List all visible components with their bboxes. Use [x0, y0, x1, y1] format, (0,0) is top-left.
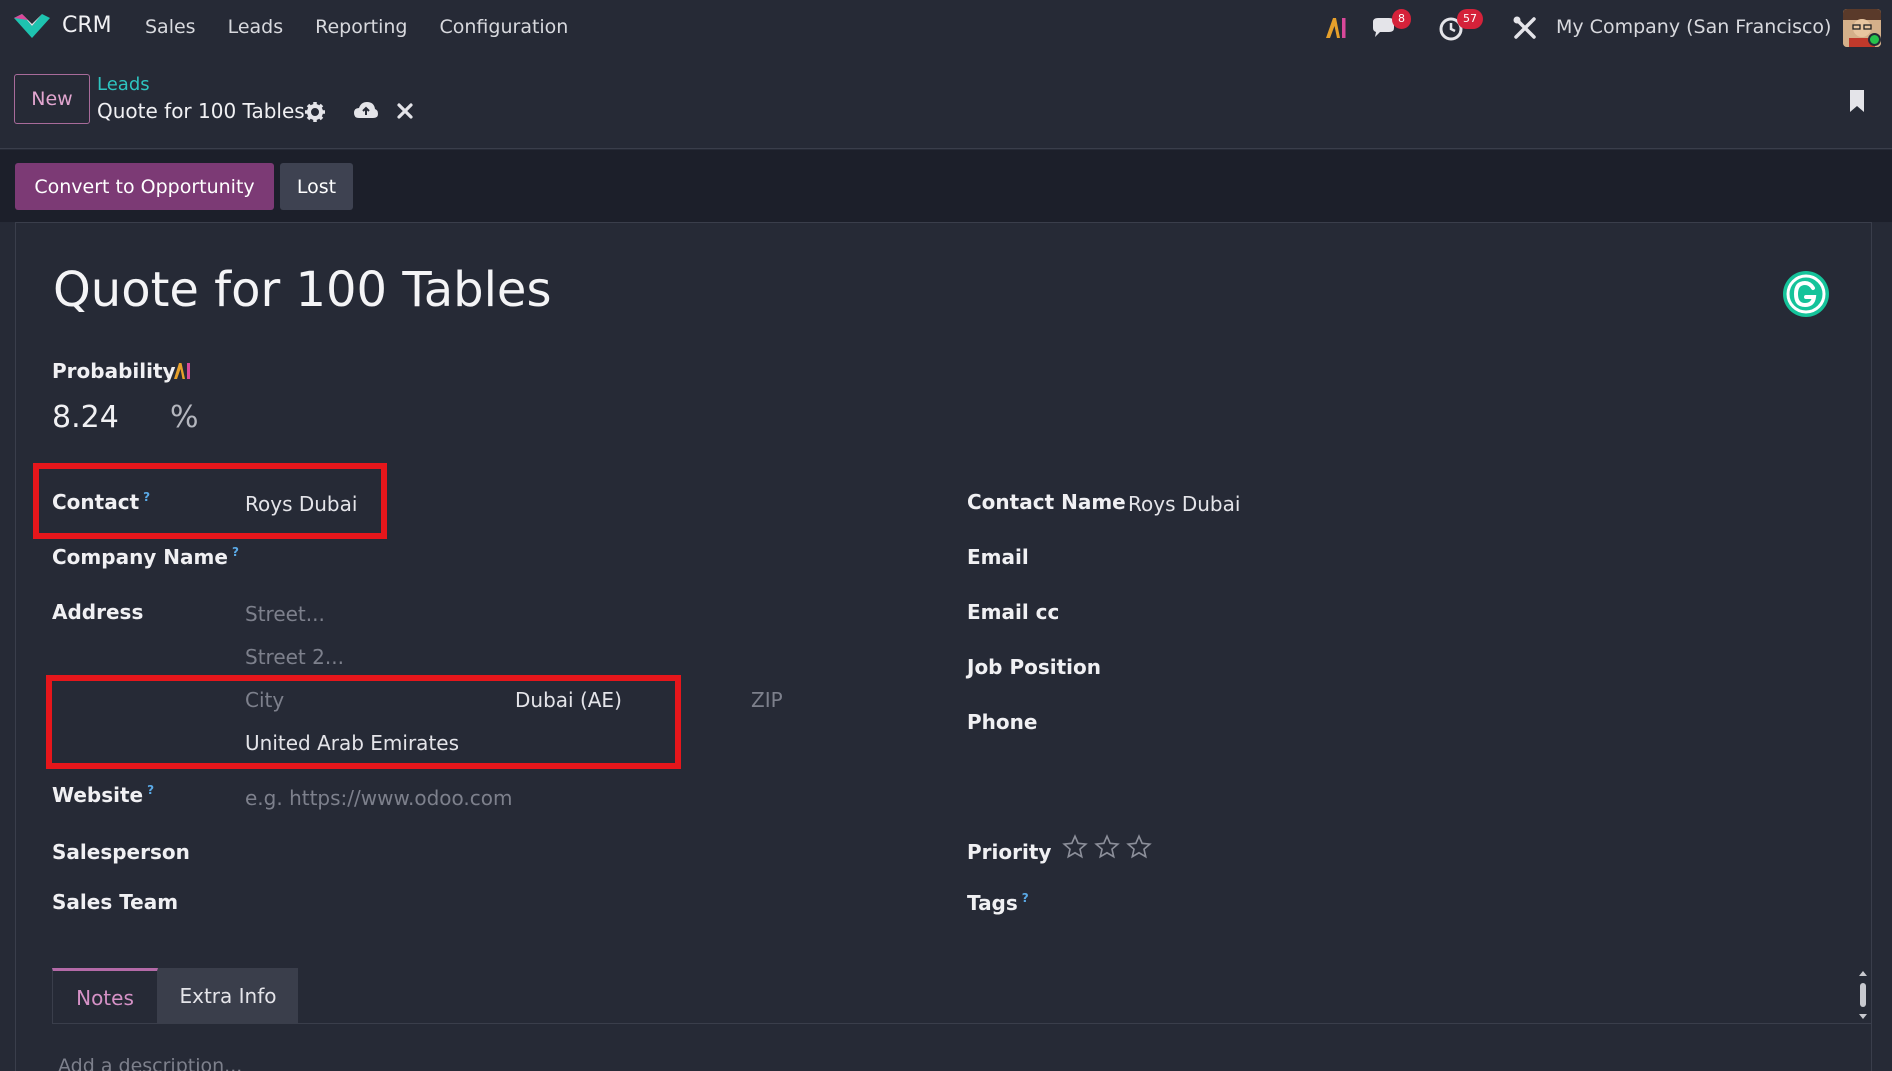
notebook-tabs: Notes Extra Info — [52, 968, 298, 1024]
activities-badge: 57 — [1457, 9, 1483, 29]
app-name[interactable]: CRM — [62, 13, 112, 38]
priority-star-2-icon[interactable] — [1094, 834, 1120, 860]
convert-to-opportunity-button[interactable]: Convert to Opportunity — [15, 163, 274, 210]
messages-badge: 8 — [1392, 9, 1411, 29]
tags-help-icon[interactable]: ? — [1022, 891, 1029, 905]
street-input[interactable]: Street... — [245, 602, 325, 626]
tab-notes[interactable]: Notes — [52, 968, 158, 1024]
crm-logo-icon[interactable] — [12, 12, 52, 42]
scrollbar[interactable] — [1857, 970, 1869, 1020]
street2-input[interactable]: Street 2... — [245, 645, 344, 669]
new-button[interactable]: New — [14, 74, 90, 124]
tab-extra-info[interactable]: Extra Info — [158, 968, 298, 1024]
ai-probability-icon[interactable] — [172, 361, 194, 381]
online-status-dot — [1868, 33, 1881, 46]
address-label: Address — [52, 600, 144, 624]
priority-star-3-icon[interactable] — [1126, 834, 1152, 860]
menu-leads[interactable]: Leads — [228, 16, 284, 38]
breadcrumb-current-record: Quote for 100 Tables — [97, 99, 305, 123]
email-cc-label: Email cc — [967, 600, 1060, 624]
discard-close-icon[interactable] — [397, 103, 413, 119]
website-label: Website? — [52, 783, 155, 807]
company-name-help-icon[interactable]: ? — [232, 545, 239, 559]
company-name-label: Company Name? — [52, 545, 239, 569]
priority-label: Priority — [967, 840, 1052, 864]
priority-stars — [1062, 834, 1152, 860]
tabs-divider — [52, 1023, 1872, 1024]
contact-name-label: Contact Name — [967, 490, 1126, 514]
website-help-icon[interactable]: ? — [147, 783, 154, 797]
save-cloud-icon[interactable] — [353, 100, 379, 122]
contact-name-input[interactable]: Roys Dubai — [1128, 492, 1240, 516]
grammarly-icon[interactable] — [1783, 271, 1829, 317]
gear-icon[interactable] — [304, 101, 326, 123]
menu-reporting[interactable]: Reporting — [315, 16, 407, 38]
lead-title-input[interactable]: Quote for 100 Tables — [53, 262, 551, 318]
contact-highlight-box — [33, 463, 387, 539]
website-input[interactable]: e.g. https://www.odoo.com — [245, 786, 512, 810]
tags-label: Tags? — [967, 891, 1029, 915]
menu-sales[interactable]: Sales — [145, 16, 196, 38]
main-menu: Sales Leads Reporting Configuration — [145, 16, 600, 38]
tools-icon[interactable] — [1511, 14, 1539, 42]
grammarly-g-icon — [1786, 274, 1826, 314]
ai-assistant-icon[interactable] — [1322, 14, 1350, 42]
probability-label: Probability — [52, 359, 176, 383]
job-position-label: Job Position — [967, 655, 1102, 679]
phone-label: Phone — [967, 710, 1038, 734]
bookmark-icon[interactable] — [1848, 88, 1866, 114]
description-editor[interactable]: Add a description... — [58, 1055, 242, 1071]
salesperson-label: Salesperson — [52, 840, 190, 864]
probability-percent-sign: % — [170, 400, 199, 435]
priority-star-1-icon[interactable] — [1062, 834, 1088, 860]
email-label: Email — [967, 545, 1029, 569]
probability-value[interactable]: 8.24 — [52, 400, 119, 435]
company-switcher[interactable]: My Company (San Francisco) — [1556, 16, 1831, 38]
breadcrumb-leads[interactable]: Leads — [97, 74, 150, 95]
top-navbar: CRM Sales Leads Reporting Configuration … — [0, 0, 1892, 55]
zip-input[interactable]: ZIP — [751, 688, 783, 712]
menu-configuration[interactable]: Configuration — [440, 16, 569, 38]
sales-team-label: Sales Team — [52, 890, 179, 914]
address-highlight-box — [46, 675, 681, 769]
lost-button[interactable]: Lost — [280, 163, 353, 210]
